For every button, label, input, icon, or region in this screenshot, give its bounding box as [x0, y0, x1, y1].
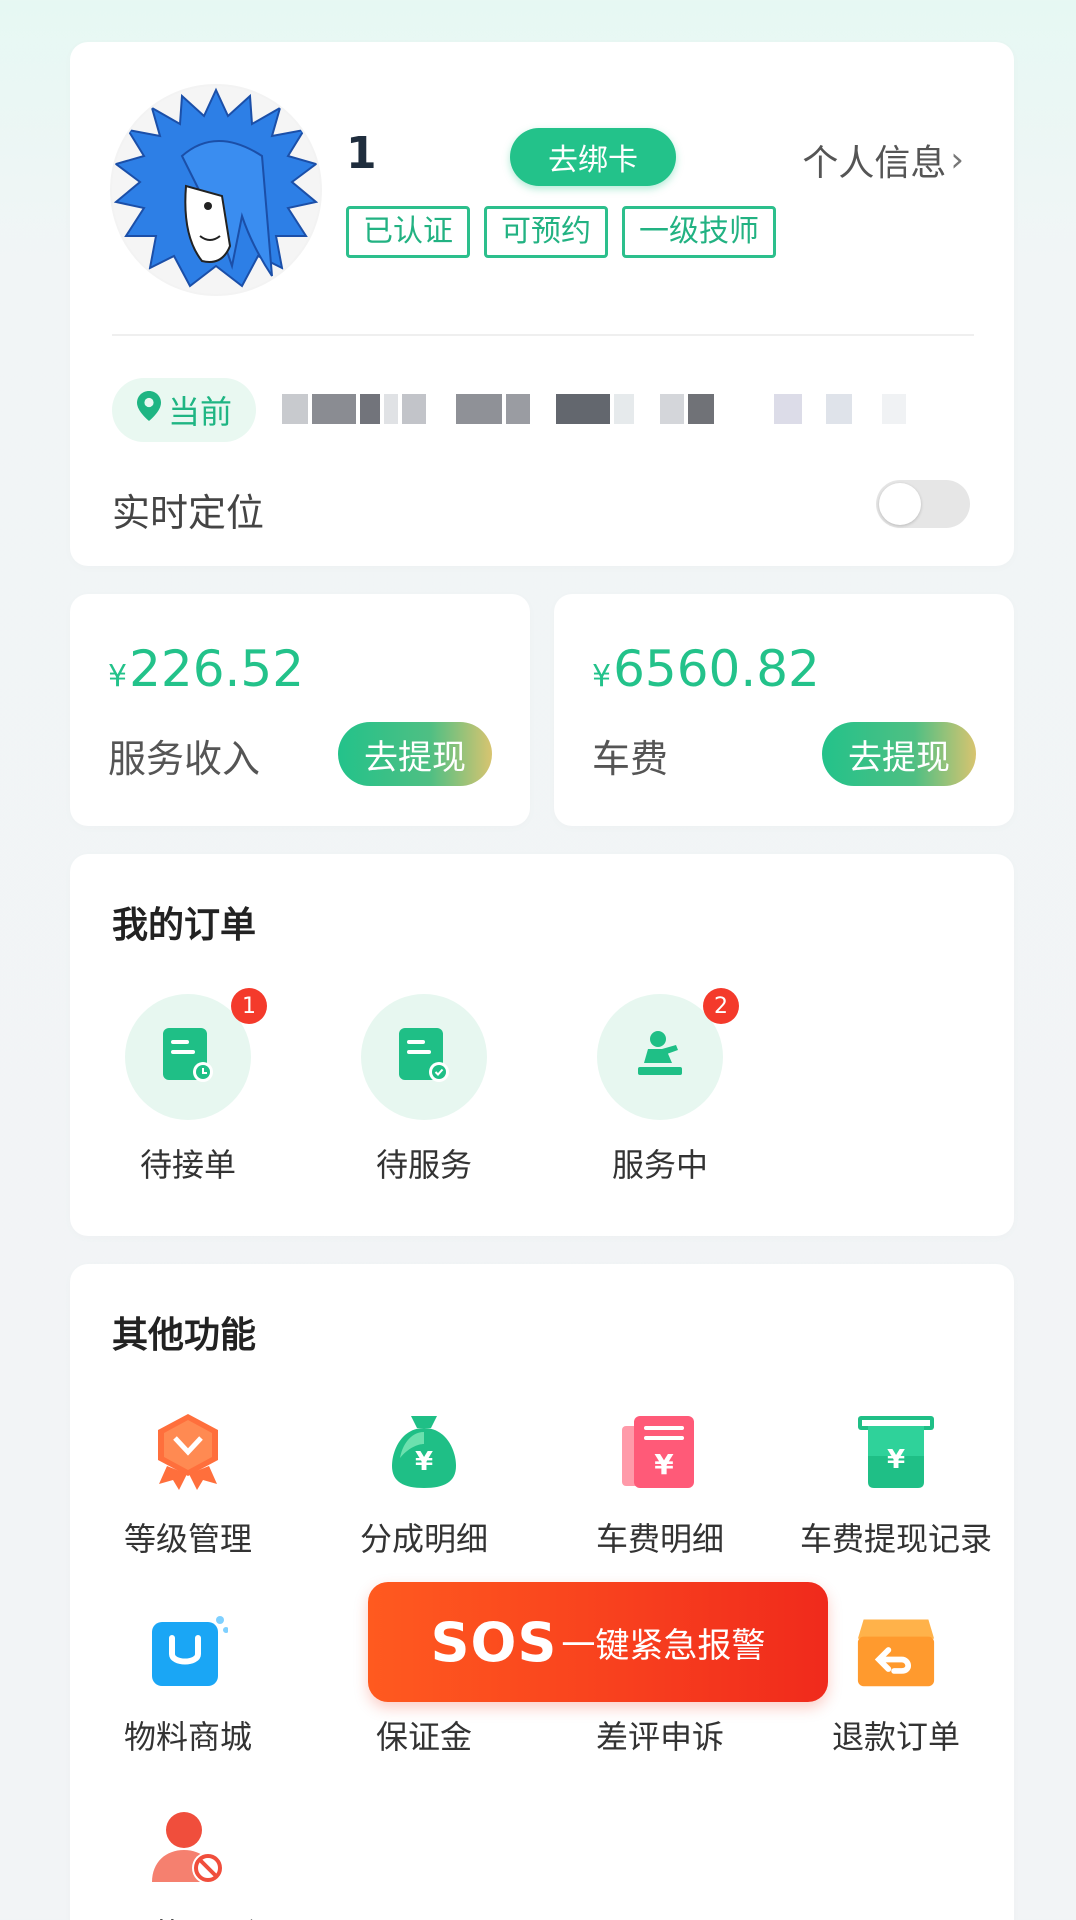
- current-location-pill[interactable]: 当前: [112, 378, 256, 442]
- divider: [112, 334, 974, 336]
- sos-small-label: 一键紧急报警: [561, 1625, 766, 1666]
- order-label: 待接单: [139, 1146, 236, 1184]
- realtime-location-label: 实时定位: [112, 491, 265, 535]
- func-user-blocked[interactable]: 回 草 亚 乡: [70, 1808, 306, 1920]
- tag-verified: 已认证: [346, 206, 470, 258]
- service-income-card: ¥226.52 服务收入 去提现: [70, 594, 530, 826]
- money-bag-icon: ¥: [384, 1412, 464, 1492]
- order-icon-circle: 1: [125, 988, 267, 1120]
- order-badge: 2: [703, 988, 739, 1024]
- func-material-mall[interactable]: 物料商城: [70, 1610, 306, 1758]
- order-badge: 1: [231, 988, 267, 1024]
- toggle-knob: [879, 483, 921, 525]
- realtime-location-toggle[interactable]: [876, 480, 970, 528]
- mall-bag-icon: [148, 1610, 228, 1690]
- personal-info-label: 个人信息: [802, 143, 947, 184]
- svg-text:¥: ¥: [887, 1445, 905, 1475]
- func-label: 回 草 亚 乡: [70, 1910, 306, 1920]
- location-pin-icon: [136, 390, 162, 430]
- pending-order-icon: [161, 1026, 215, 1088]
- order-label: 待服务: [375, 1146, 472, 1184]
- func-label: 等级管理: [123, 1520, 252, 1558]
- currency-symbol: ¥: [108, 659, 128, 694]
- func-label: 分成明细: [359, 1520, 488, 1558]
- bind-card-button[interactable]: 去绑卡: [510, 128, 676, 186]
- order-pending-accept[interactable]: 1 待接单: [108, 988, 268, 1186]
- order-icon-circle: 2: [597, 988, 739, 1120]
- func-car-fee-details[interactable]: ¥ 车费明细: [542, 1412, 778, 1560]
- service-income-amount: ¥226.52: [108, 640, 304, 698]
- personal-info-link[interactable]: 个人信息 ›: [802, 134, 964, 186]
- car-fee-value: 6560.82: [613, 640, 820, 698]
- level-medal-icon: [148, 1412, 228, 1492]
- withdraw-record-icon: ¥: [856, 1412, 936, 1492]
- sos-big-label: SOS: [430, 1610, 558, 1674]
- tag-list: 已认证 可预约 一级技师: [346, 206, 776, 258]
- car-fee-receipt-icon: ¥: [620, 1412, 700, 1492]
- tag-bookable: 可预约: [484, 206, 608, 258]
- to-serve-icon: [397, 1026, 451, 1088]
- func-label: 差评申诉: [595, 1718, 724, 1756]
- svg-text:¥: ¥: [415, 1447, 433, 1477]
- user-block-icon: [148, 1808, 228, 1888]
- sos-emergency-button[interactable]: SOS 一键紧急报警: [368, 1582, 828, 1702]
- order-label: 服务中: [611, 1146, 708, 1184]
- refund-box-icon: [856, 1610, 936, 1690]
- other-title: 其他功能: [112, 1315, 257, 1356]
- redacted-address: [282, 394, 942, 424]
- tag-level: 一级技师: [622, 206, 776, 258]
- orders-title: 我的订单: [112, 905, 257, 946]
- chevron-right-icon: ›: [950, 140, 964, 180]
- car-fee-withdraw-button[interactable]: 去提现: [822, 722, 976, 786]
- order-pending-service[interactable]: 待服务: [344, 994, 504, 1186]
- avatar[interactable]: [112, 86, 320, 294]
- order-icon-circle: [361, 994, 487, 1120]
- service-withdraw-button[interactable]: 去提现: [338, 722, 492, 786]
- car-fee-label: 车费: [592, 737, 669, 781]
- func-withdraw-records[interactable]: ¥ 车费提现记录: [778, 1412, 1014, 1560]
- service-income-value: 226.52: [129, 640, 305, 698]
- service-income-label: 服务收入: [108, 737, 261, 781]
- car-fee-amount: ¥6560.82: [592, 640, 820, 698]
- func-label: 退款订单: [831, 1718, 960, 1756]
- func-level-management[interactable]: 等级管理: [70, 1412, 306, 1560]
- func-label: 车费提现记录: [799, 1520, 992, 1558]
- func-label: 物料商城: [123, 1718, 252, 1756]
- currency-symbol: ¥: [592, 659, 612, 694]
- in-service-icon: [632, 1027, 688, 1087]
- location-pill-label: 当前: [167, 393, 232, 431]
- order-in-service[interactable]: 2 服务中: [580, 988, 740, 1186]
- svg-text:¥: ¥: [654, 1448, 674, 1481]
- car-fee-card: ¥6560.82 车费 去提现: [554, 594, 1014, 826]
- func-label: 保证金: [375, 1718, 472, 1756]
- profile-card: 1 去绑卡 个人信息 › 已认证 可预约 一级技师 当前 实时定位: [70, 42, 1014, 566]
- func-commission-details[interactable]: ¥ 分成明细: [306, 1412, 542, 1560]
- func-label: 车费明细: [595, 1520, 724, 1558]
- my-orders-card: 我的订单 1 待接单 待服务 2 服务中: [70, 854, 1014, 1236]
- username: 1: [346, 128, 377, 179]
